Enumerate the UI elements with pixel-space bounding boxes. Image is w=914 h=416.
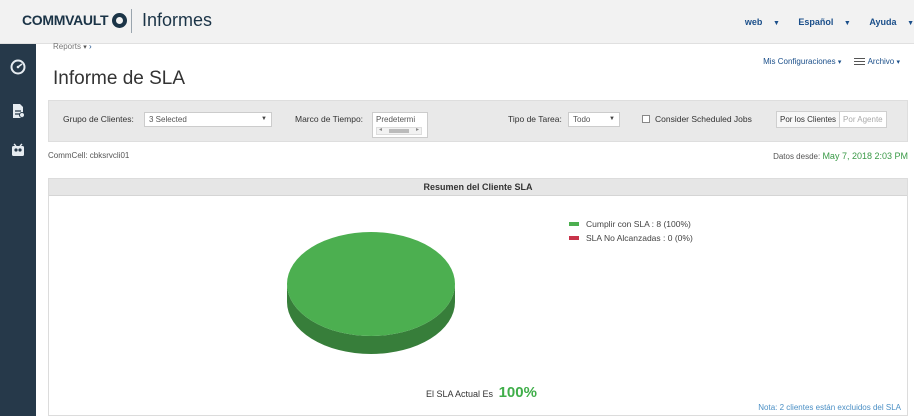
- commcell-name: CommCell: cbksrvcli01: [48, 151, 130, 160]
- users-icon[interactable]: [9, 142, 27, 160]
- chevron-down-icon: ▼: [843, 20, 851, 27]
- my-configurations-label: Mis Configuraciones: [763, 57, 836, 66]
- legend-item[interactable]: SLA No Alcanzadas : 0 (0%): [569, 233, 693, 243]
- panel-title: Resumen del Cliente SLA: [49, 179, 907, 196]
- filter-bar: Grupo de Clientes: 3 Selected ▼ Marco de…: [48, 100, 908, 142]
- header-menu: web ▼ Español ▼ Ayuda ▼: [729, 17, 914, 27]
- time-frame-scrollbar[interactable]: ◂ ▸: [376, 127, 422, 135]
- dashboard-icon[interactable]: [9, 58, 27, 76]
- commvault-logo[interactable]: COMMVAULT: [22, 12, 128, 28]
- chart-legend: Cumplir con SLA : 8 (100%) SLA No Alcanza…: [569, 219, 693, 247]
- current-sla: El SLA Actual Es 100%: [426, 384, 537, 401]
- file-menu-label: Archivo: [867, 57, 895, 66]
- sla-summary-panel: Resumen del Cliente SLA Cumplir con SLA …: [48, 178, 908, 416]
- chevron-down-icon: ▾: [837, 59, 842, 66]
- breadcrumb-reports[interactable]: Reports: [53, 42, 81, 51]
- chevron-down-icon: ▾: [83, 44, 87, 51]
- page-actions: Mis Configuraciones ▾ Archivo ▾: [753, 57, 900, 66]
- legend-swatch: [569, 236, 579, 240]
- hamburger-icon: [853, 58, 865, 66]
- scroll-thumb[interactable]: [389, 129, 409, 133]
- legend-swatch: [569, 222, 579, 226]
- time-frame-label: Marco de Tiempo:: [295, 114, 364, 124]
- top-bar: COMMVAULT Informes web ▼ Español ▼ Ayuda…: [0, 0, 914, 44]
- time-frame-field[interactable]: Predetermi ◂ ▸: [372, 112, 428, 138]
- my-configurations-menu[interactable]: Mis Configuraciones ▾: [763, 57, 841, 66]
- reports-icon[interactable]: [9, 102, 27, 120]
- job-type-label: Tipo de Tarea:: [508, 114, 562, 124]
- by-agent-button[interactable]: Por Agente: [840, 112, 886, 127]
- header-divider: [131, 9, 132, 33]
- client-group-value: 3 Selected: [149, 115, 187, 124]
- chevron-down-icon: ▾: [896, 59, 900, 66]
- scroll-left-icon[interactable]: ◂: [379, 126, 382, 133]
- user-menu-label: web: [744, 17, 763, 27]
- data-since-label: Datos desde:: [773, 152, 821, 161]
- sla-pie-chart: [287, 232, 455, 354]
- left-nav: [0, 44, 36, 416]
- chevron-down-icon: ▼: [907, 20, 914, 27]
- client-group-label: Grupo de Clientes:: [63, 114, 134, 124]
- time-frame-value: Predetermi: [376, 115, 416, 124]
- language-menu-label: Español: [798, 17, 834, 27]
- by-clients-button[interactable]: Por los Clientes: [777, 112, 841, 127]
- brand-text: COMMVAULT: [22, 12, 109, 28]
- help-menu-label: Ayuda: [869, 17, 897, 27]
- help-menu[interactable]: Ayuda ▼: [861, 17, 914, 27]
- legend-label: SLA No Alcanzadas : 0 (0%): [586, 233, 693, 243]
- exclusion-note: Nota: 2 clientes están excluidos del SLA: [758, 403, 901, 412]
- pie-slice-top: [287, 232, 455, 336]
- legend-label: Cumplir con SLA : 8 (100%): [586, 219, 691, 229]
- current-sla-value: 100%: [498, 384, 537, 401]
- pie-slice-0[interactable]: [287, 232, 455, 354]
- legend-item[interactable]: Cumplir con SLA : 8 (100%): [569, 219, 693, 229]
- scroll-right-icon[interactable]: ▸: [416, 126, 419, 133]
- chevron-right-icon: ›: [89, 42, 92, 51]
- data-since: Datos desde: May 7, 2018 2:03 PM: [773, 151, 908, 161]
- scheduled-jobs-checkbox[interactable]: [642, 115, 650, 123]
- client-group-select[interactable]: 3 Selected ▼: [144, 112, 272, 127]
- app-title: Informes: [142, 10, 213, 30]
- scheduled-jobs-label: Consider Scheduled Jobs: [655, 114, 752, 124]
- data-since-date: May 7, 2018 2:03 PM: [822, 151, 908, 161]
- chevron-down-icon: ▼: [261, 116, 267, 122]
- breadcrumb[interactable]: Reports ▾ ›: [53, 42, 92, 51]
- view-toggle: Por los Clientes Por Agente: [776, 111, 887, 128]
- commvault-logo-icon: [112, 12, 128, 28]
- language-menu[interactable]: Español ▼: [790, 17, 850, 27]
- user-menu[interactable]: web ▼: [737, 17, 780, 27]
- job-type-select[interactable]: Todo ▼: [568, 112, 620, 127]
- current-sla-label: El SLA Actual Es: [426, 389, 494, 399]
- file-menu[interactable]: Archivo ▾: [853, 57, 900, 66]
- page-title: Informe de SLA: [53, 68, 186, 89]
- chevron-down-icon: ▼: [609, 116, 615, 122]
- chevron-down-icon: ▼: [772, 20, 780, 27]
- job-type-value: Todo: [573, 115, 591, 124]
